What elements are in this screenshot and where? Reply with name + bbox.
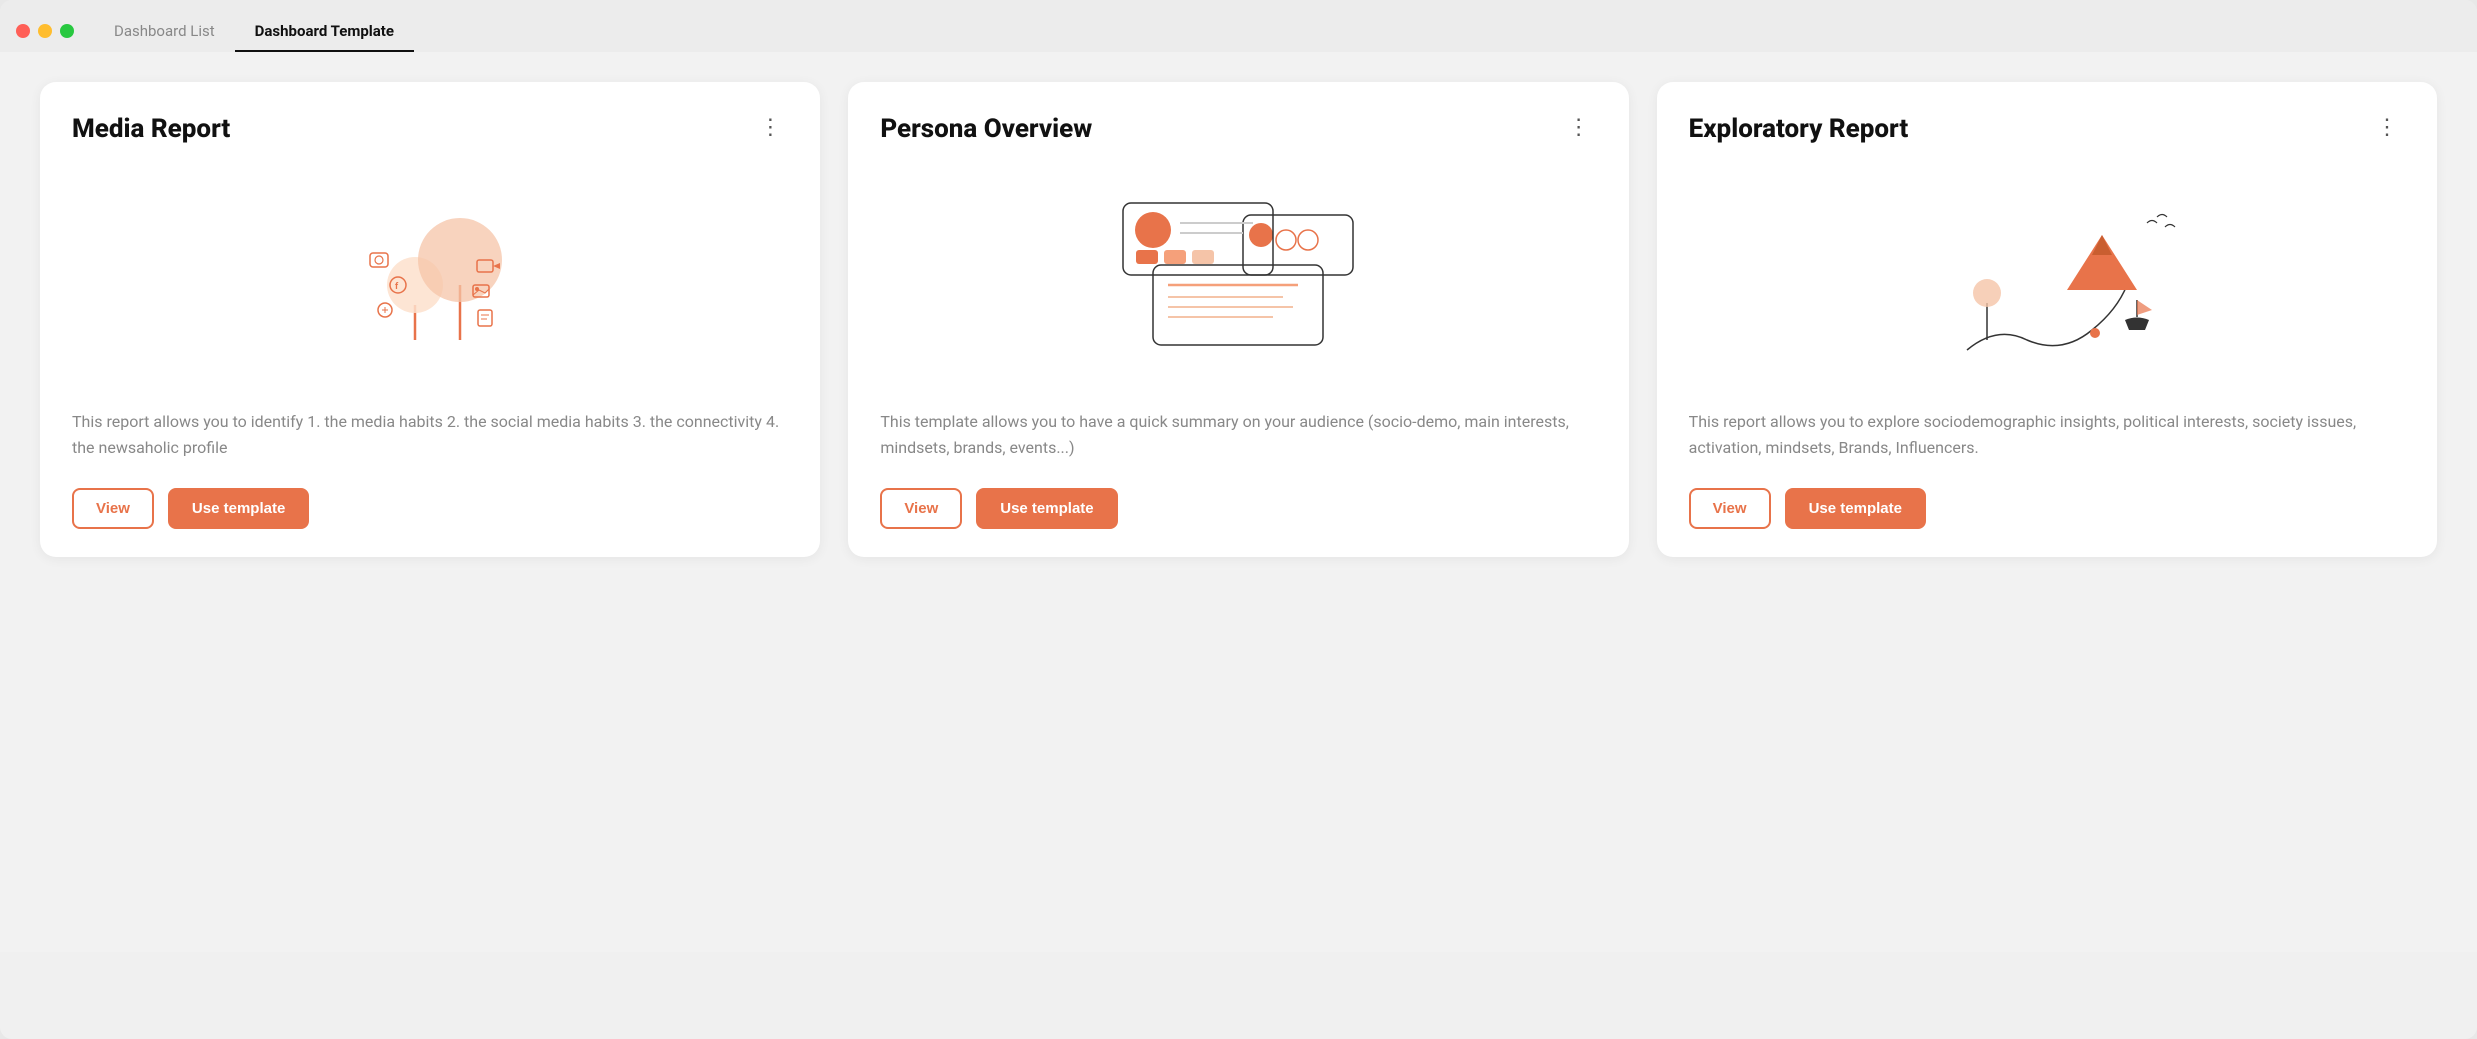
tab-dashboard-template[interactable]: Dashboard Template	[235, 12, 414, 52]
card-title-media: Media Report	[72, 114, 230, 145]
tabs-bar: Dashboard List Dashboard Template	[94, 12, 414, 52]
card-description-exploratory: This report allows you to explore sociod…	[1689, 409, 2405, 460]
card-description-media: This report allows you to identify 1. th…	[72, 409, 788, 460]
illustration-media: f	[72, 165, 788, 385]
card-actions-exploratory: View Use template	[1689, 488, 2405, 529]
view-button-exploratory[interactable]: View	[1689, 488, 1771, 529]
illustration-exploratory	[1689, 165, 2405, 385]
more-menu-exploratory[interactable]: ⋮	[2370, 114, 2405, 140]
card-actions-persona: View Use template	[880, 488, 1596, 529]
card-header-persona: Persona Overview ⋮	[880, 114, 1596, 145]
card-description-persona: This template allows you to have a quick…	[880, 409, 1596, 460]
title-bar: Dashboard List Dashboard Template	[0, 0, 2477, 52]
maximize-button[interactable]	[60, 24, 74, 38]
close-button[interactable]	[16, 24, 30, 38]
card-title-exploratory: Exploratory Report	[1689, 114, 1909, 145]
card-title-persona: Persona Overview	[880, 114, 1092, 145]
minimize-button[interactable]	[38, 24, 52, 38]
traffic-lights	[16, 24, 74, 52]
app-window: Dashboard List Dashboard Template Media …	[0, 0, 2477, 1039]
cards-grid: Media Report ⋮	[40, 82, 2437, 557]
use-template-button-media[interactable]: Use template	[168, 488, 309, 529]
card-actions-media: View Use template	[72, 488, 788, 529]
card-header-exploratory: Exploratory Report ⋮	[1689, 114, 2405, 145]
more-menu-persona[interactable]: ⋮	[1562, 114, 1597, 140]
card-exploratory-report: Exploratory Report ⋮	[1657, 82, 2437, 557]
view-button-persona[interactable]: View	[880, 488, 962, 529]
use-template-button-persona[interactable]: Use template	[976, 488, 1117, 529]
view-button-media[interactable]: View	[72, 488, 154, 529]
use-template-button-exploratory[interactable]: Use template	[1785, 488, 1926, 529]
tab-dashboard-list[interactable]: Dashboard List	[94, 12, 235, 52]
content-area: Media Report ⋮	[0, 52, 2477, 952]
more-menu-media[interactable]: ⋮	[753, 114, 788, 140]
card-header-media: Media Report ⋮	[72, 114, 788, 145]
card-persona-overview: Persona Overview ⋮	[848, 82, 1628, 557]
card-media-report: Media Report ⋮	[40, 82, 820, 557]
illustration-persona	[880, 165, 1596, 385]
